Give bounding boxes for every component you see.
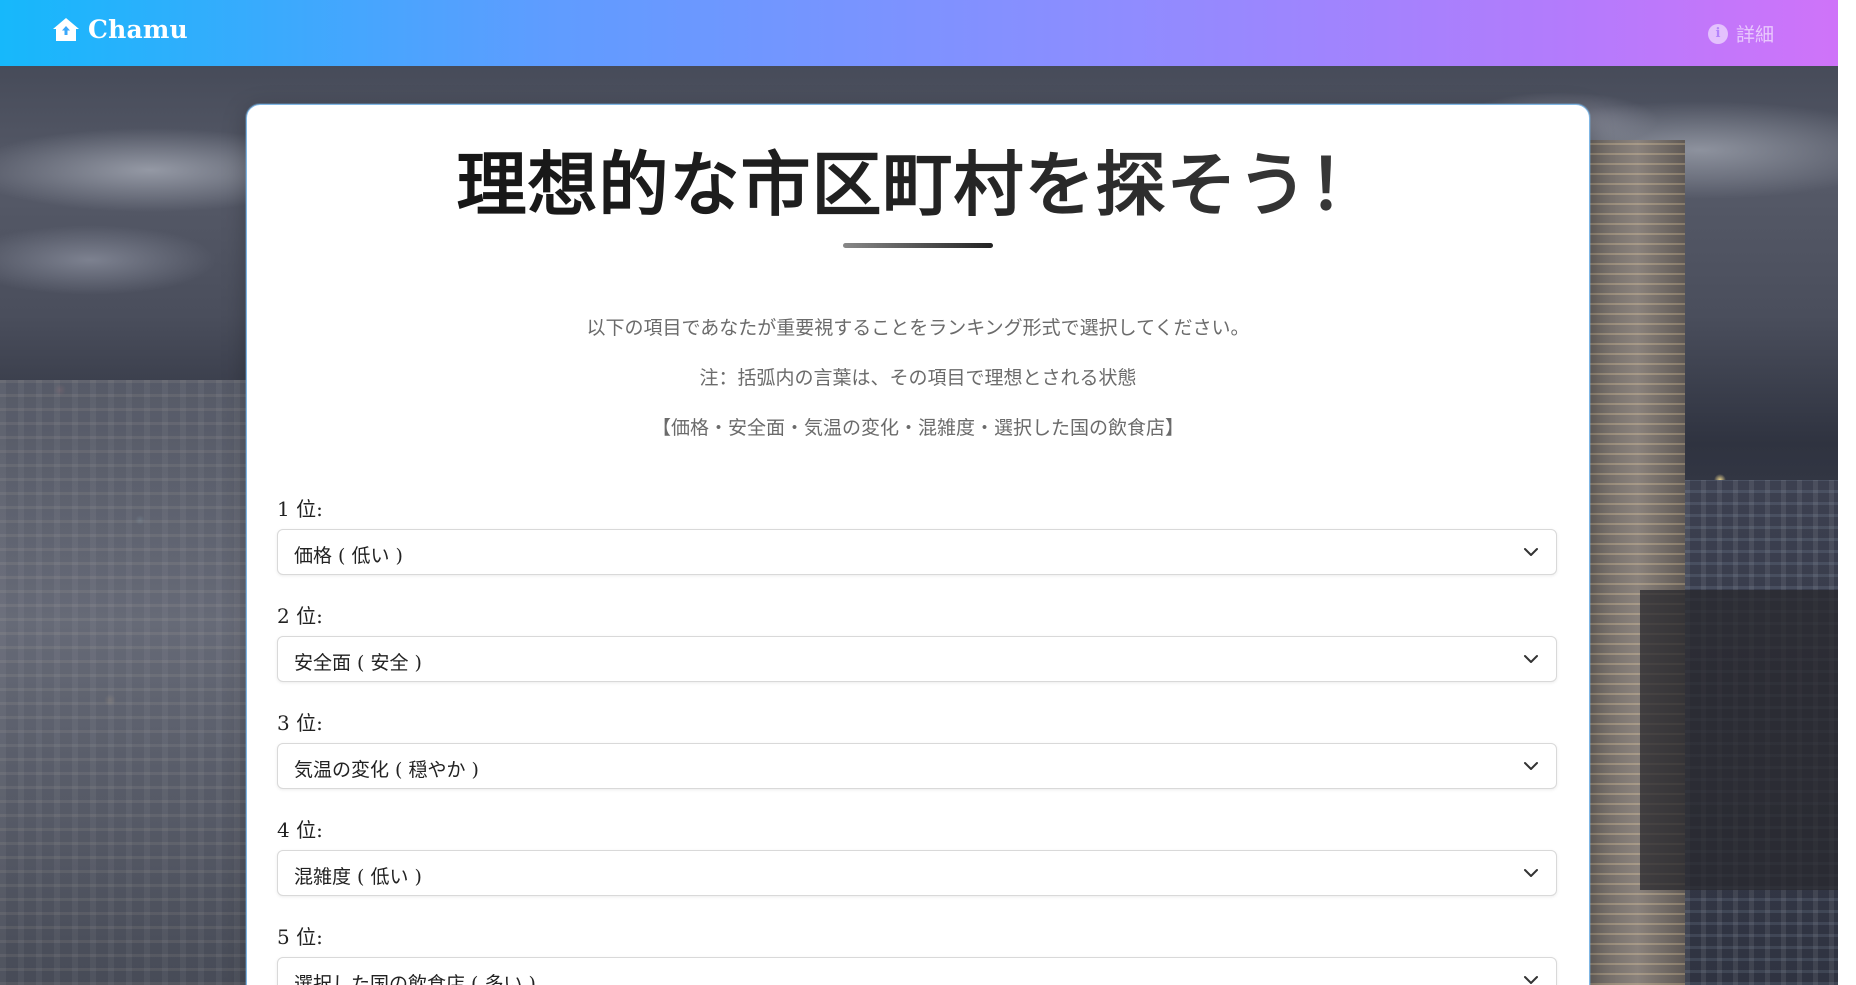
chevron-down-icon [1524,762,1538,770]
rank-4-value: 混雑度 ( 低い ) [294,866,422,888]
description-line-2: 注：括弧内の言葉は、その項目で理想とされる状態 [699,367,1137,389]
brand-name: Chamu [88,15,188,44]
page-title: 理想的な市区町村を探そう！ [247,137,1589,233]
brand-link[interactable]: Chamu [52,15,188,44]
rank-5-select[interactable]: 選択した国の飲食店 ( 多い ) [277,957,1557,985]
rank-3-label: 3 位: [277,711,323,735]
rank-2-value: 安全面 ( 安全 ) [294,652,422,674]
detail-label: 詳細 [1735,24,1774,46]
rank-3-value: 気温の変化 ( 穏やか ) [294,759,479,781]
home-icon [53,17,79,41]
chevron-down-icon [1524,655,1538,663]
background-building-dark [1640,590,1838,890]
rank-3-select[interactable]: 気温の変化 ( 穏やか ) [277,743,1557,789]
chevron-down-icon [1524,976,1538,984]
detail-link[interactable]: i 詳細 [1707,20,1774,47]
background-buildings-left [0,380,250,985]
chevron-down-icon [1524,869,1538,877]
rank-5-value: 選択した国の飲食店 ( 多い ) [294,973,536,985]
rank-4-select[interactable]: 混雑度 ( 低い ) [277,850,1557,896]
rank-2-label: 2 位: [277,604,323,628]
rank-1-value: 価格 ( 低い ) [294,545,403,567]
rank-5-label: 5 位: [277,925,323,949]
description-line-3: 【価格・安全面・気温の変化・混雑度・選択した国の飲食店】 [651,417,1184,439]
rank-4-label: 4 位: [277,818,323,842]
chevron-down-icon [1524,548,1538,556]
rank-1-select[interactable]: 価格 ( 低い ) [277,529,1557,575]
info-icon: i [1707,23,1728,44]
title-underline [843,243,993,248]
rank-2-select[interactable]: 安全面 ( 安全 ) [277,636,1557,682]
description-line-1: 以下の項目であなたが重要視することをランキング形式で選択してください。 [586,317,1250,339]
ranking-card: 理想的な市区町村を探そう！ 以下の項目であなたが重要視することをランキング形式で… [246,104,1590,985]
top-navbar: Chamu i 詳細 [0,0,1838,66]
rank-1-label: 1 位: [277,497,323,521]
